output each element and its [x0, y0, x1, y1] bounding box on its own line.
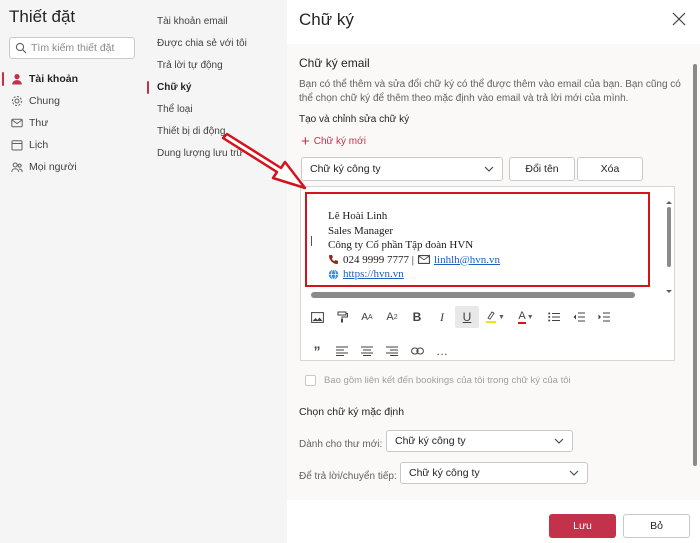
bookings-checkbox-row[interactable]: Bao gồm liên kết đến bookings của tôi tr…: [305, 375, 571, 386]
new-messages-label: Dành cho thư mới:: [299, 439, 383, 450]
more-icon[interactable]: …: [430, 340, 454, 362]
signature-select[interactable]: Chữ ký công ty: [301, 157, 503, 181]
signature-select-value: Chữ ký công ty: [310, 163, 381, 175]
new-messages-signature-dropdown[interactable]: Chữ ký công ty: [386, 430, 573, 452]
close-icon[interactable]: [672, 12, 686, 26]
replies-label: Để trả lời/chuyển tiếp:: [299, 471, 397, 482]
rename-button[interactable]: Đổi tên: [509, 157, 575, 181]
annotation-arrow-icon: [221, 132, 307, 190]
new-signature-label: Chữ ký mới: [313, 136, 366, 147]
nav-item-label: Thư: [29, 117, 49, 129]
discard-button[interactable]: Bỏ: [623, 514, 690, 538]
settings-nav: Tài khoản Chung Thư Lịch Mọi người: [0, 68, 142, 178]
font-color-icon[interactable]: A ▼: [511, 306, 541, 328]
new-messages-dropdown-value: Chữ ký công ty: [395, 435, 466, 447]
subnav-item-email-accounts[interactable]: Tài khoản email: [142, 10, 287, 32]
replies-dropdown-value: Chữ ký công ty: [409, 467, 480, 479]
align-left-icon[interactable]: [330, 340, 354, 362]
chevron-down-icon: [569, 470, 579, 476]
increase-indent-icon[interactable]: [592, 306, 616, 328]
italic-icon[interactable]: I: [430, 306, 454, 328]
underline-icon[interactable]: U: [455, 306, 479, 328]
toolbar-row-1: AA A2 B I U ▼ A ▼: [305, 305, 665, 329]
bookings-checkbox[interactable]: [305, 375, 316, 386]
subnav-item-signatures[interactable]: Chữ ký: [142, 76, 287, 98]
highlight-icon[interactable]: ▼: [480, 306, 510, 328]
save-button[interactable]: Lưu: [549, 514, 616, 538]
link-icon[interactable]: [405, 340, 429, 362]
chevron-down-icon: [554, 438, 564, 444]
search-icon: [15, 42, 27, 54]
decrease-indent-icon[interactable]: [567, 306, 591, 328]
delete-button[interactable]: Xóa: [577, 157, 643, 181]
nav-item-label: Mọi người: [29, 161, 77, 173]
people-icon: [11, 162, 23, 173]
settings-left-pane: Thiết đặt Tìm kiếm thiết đặt Tài khoản C…: [0, 0, 142, 543]
section-description: Bạn có thể thêm và sửa đổi chữ ký có thể…: [299, 79, 681, 104]
signature-highlight-box: [305, 192, 650, 287]
gear-icon: [12, 96, 22, 106]
nav-item-calendar[interactable]: Lịch: [0, 134, 142, 156]
search-placeholder: Tìm kiếm thiết đặt: [31, 42, 115, 54]
nav-item-mail[interactable]: Thư: [0, 112, 142, 134]
font-size-icon[interactable]: AA: [355, 306, 379, 328]
bold-icon[interactable]: B: [405, 306, 429, 328]
default-signature-heading: Chọn chữ ký mặc định: [299, 406, 405, 418]
subnav-item-categories[interactable]: Thể loại: [142, 98, 287, 120]
toolbar-row-2: ” …: [305, 339, 665, 363]
format-painter-icon[interactable]: [330, 306, 354, 328]
subnav-item-shared-with-me[interactable]: Được chia sẻ với tôi: [142, 32, 287, 54]
bullet-list-icon[interactable]: [542, 306, 566, 328]
nav-item-general[interactable]: Chung: [0, 90, 142, 112]
settings-search-box[interactable]: Tìm kiếm thiết đặt: [9, 37, 135, 59]
superscript-icon[interactable]: A2: [380, 306, 404, 328]
subnav-item-automatic-replies[interactable]: Trả lời tự động: [142, 54, 287, 76]
calendar-icon: [11, 140, 23, 151]
image-icon[interactable]: [305, 306, 329, 328]
formatting-toolbar: AA A2 B I U ▼ A ▼ ” …: [305, 305, 665, 373]
mail-icon: [11, 118, 23, 128]
person-icon: [12, 74, 22, 85]
editor-vertical-scrollbar[interactable]: [664, 199, 674, 295]
nav-item-account[interactable]: Tài khoản: [0, 68, 142, 90]
align-right-icon[interactable]: [380, 340, 404, 362]
quote-icon[interactable]: ”: [305, 340, 329, 362]
replies-signature-dropdown[interactable]: Chữ ký công ty: [400, 462, 588, 484]
nav-item-label: Lịch: [29, 139, 49, 151]
align-center-icon[interactable]: [355, 340, 379, 362]
nav-item-label: Chung: [29, 95, 60, 107]
nav-item-people[interactable]: Mọi người: [0, 156, 142, 178]
editor-horizontal-scrollbar[interactable]: [311, 292, 635, 298]
bookings-checkbox-label: Bao gồm liên kết đến bookings của tôi tr…: [324, 375, 571, 386]
account-subnav-pane: Tài khoản email Được chia sẻ với tôi Trả…: [142, 0, 287, 543]
chevron-down-icon: [484, 166, 494, 172]
nav-item-label: Tài khoản: [29, 73, 79, 85]
dialog-title: Chữ ký: [299, 10, 354, 29]
dialog-scrollbar[interactable]: [693, 64, 697, 466]
settings-title: Thiết đặt: [9, 7, 76, 26]
create-edit-heading: Tạo và chỉnh sửa chữ ký: [299, 114, 410, 125]
section-title: Chữ ký email: [299, 56, 370, 70]
